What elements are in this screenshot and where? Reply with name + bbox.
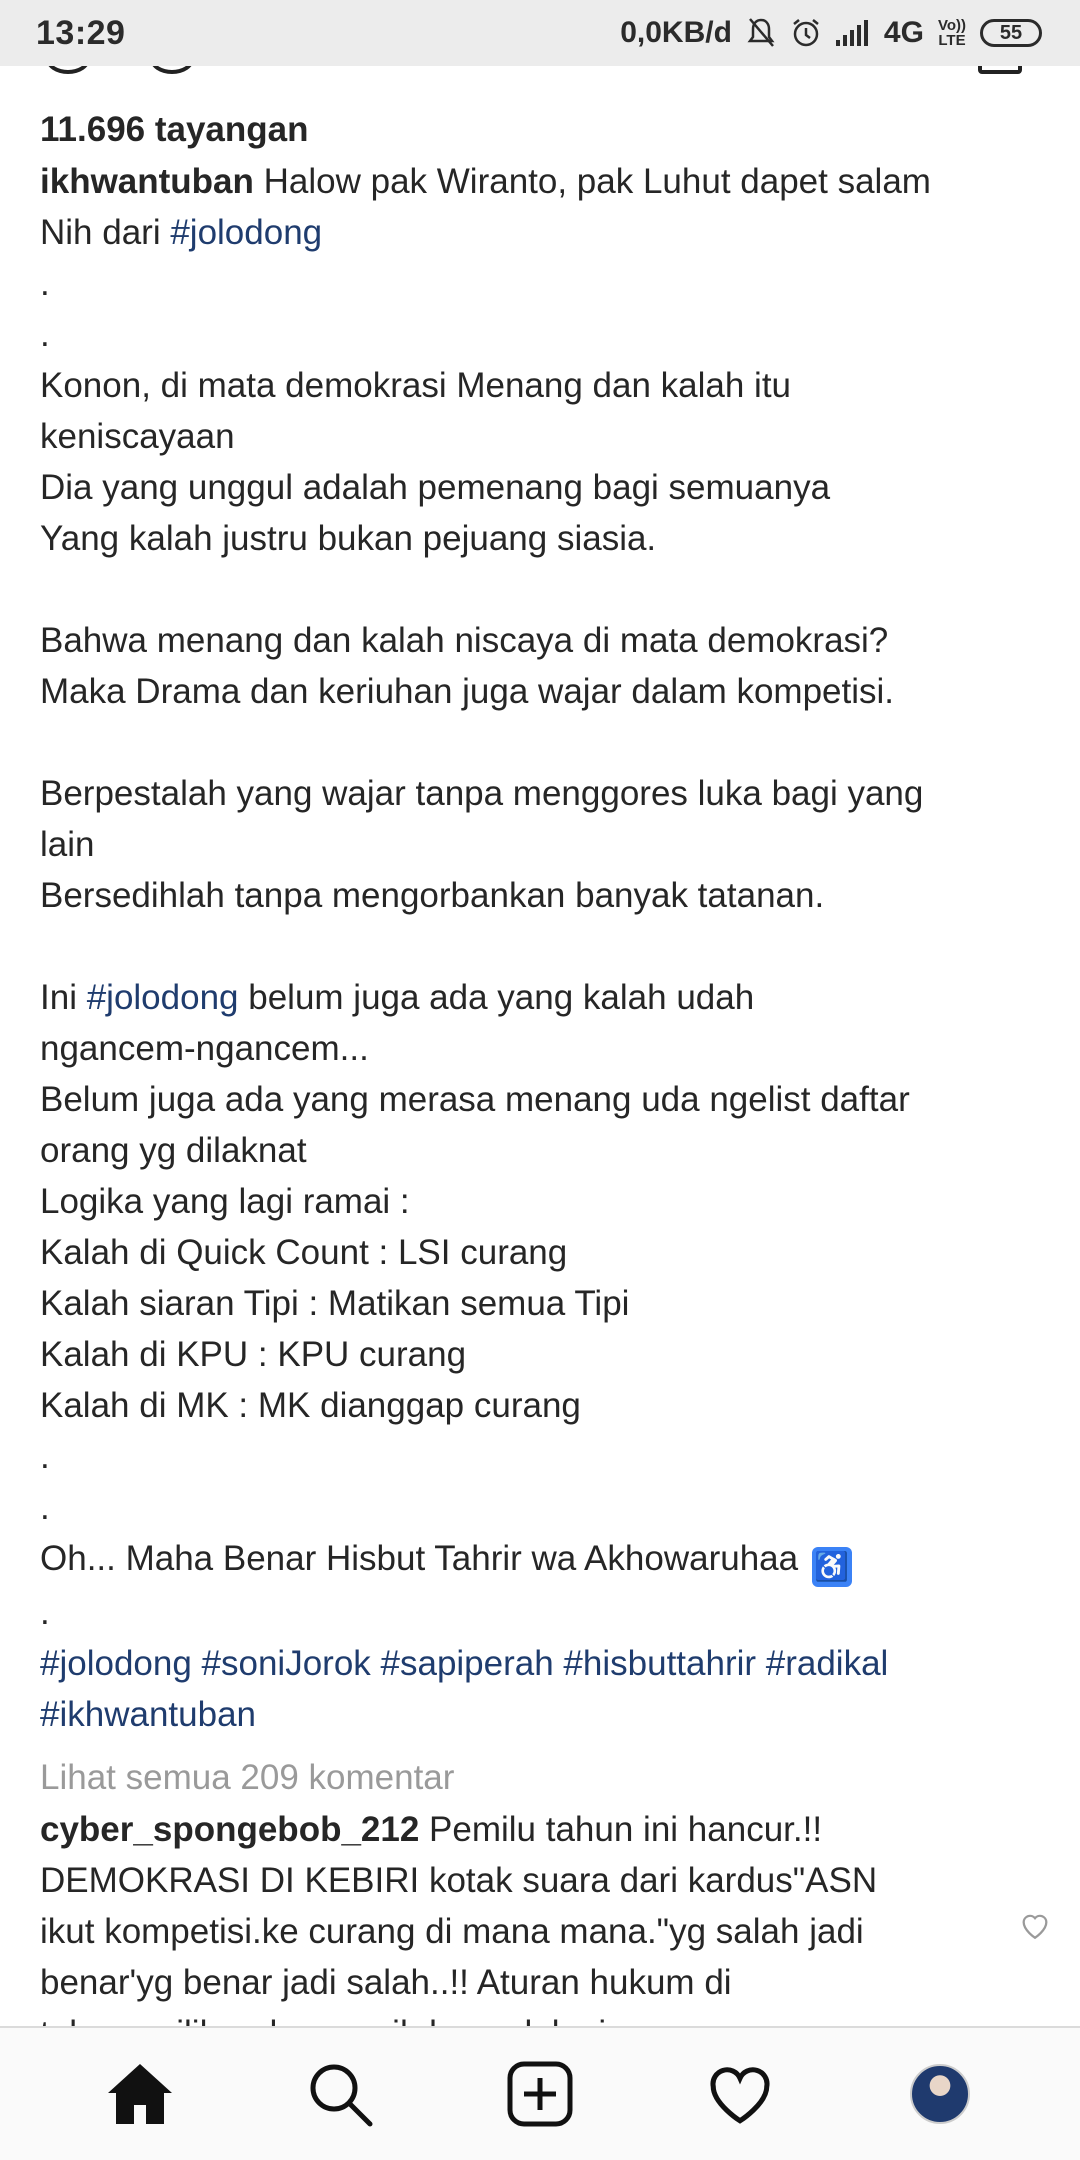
network-speed: 0,0KB/d — [620, 16, 732, 49]
profile-avatar — [910, 2064, 970, 2124]
volte-line2: LTE — [938, 32, 966, 49]
comment-username[interactable]: cyber_spongebob_212 — [40, 1810, 419, 1849]
search-icon — [310, 2064, 373, 2127]
battery-level: 55 — [999, 21, 1023, 44]
volte-line1: Vo)) — [937, 17, 966, 34]
status-time: 13:29 — [36, 13, 126, 52]
comment-item: cyber_spongebob_212 Pemilu tahun ini han… — [40, 1804, 1050, 2032]
bottom-navigation — [0, 2026, 1080, 2160]
hashtag-link[interactable]: #jolodong — [87, 978, 239, 1017]
alarm-icon — [790, 17, 822, 49]
hashtags-link[interactable]: #jolodong #soniJorok #sapiperah #hisbutt… — [40, 1644, 888, 1734]
like-action-icon[interactable] — [46, 66, 90, 74]
new-post-icon — [507, 2061, 573, 2127]
network-type: 4G — [883, 16, 924, 49]
comment-action-icon[interactable] — [150, 66, 194, 74]
nav-profile[interactable] — [900, 2054, 980, 2134]
save-action-icon[interactable] — [978, 66, 1022, 74]
activity-heart-icon — [710, 2067, 770, 2124]
nav-search[interactable] — [300, 2054, 380, 2134]
comment-body: cyber_spongebob_212 Pemilu tahun ini han… — [40, 1804, 970, 2032]
caption-text: . . Konon, di mata demokrasi Menang dan … — [40, 264, 924, 1017]
hashtag-link[interactable]: #jolodong — [170, 213, 322, 252]
status-bar: 13:29 0,0KB/d 4G Vo)) LTE 55 — [0, 0, 1080, 66]
view-count: 11.696 tayangan — [40, 110, 309, 149]
comment-like-heart-icon[interactable] — [1018, 1908, 1050, 1942]
post-details: 11.696 tayangan ikhwantuban Halow pak Wi… — [40, 104, 1050, 2032]
post-caption: ikhwantuban Halow pak Wiranto, pak Luhut… — [40, 156, 1050, 1740]
mute-icon — [746, 17, 776, 49]
nav-activity[interactable] — [700, 2054, 780, 2134]
home-icon — [108, 2064, 172, 2124]
battery-icon: 55 — [980, 19, 1042, 47]
wheelchair-emoji-icon: ♿ — [811, 1546, 852, 1587]
caption-text: . — [40, 1592, 50, 1632]
view-all-comments-link[interactable]: Lihat semua 209 komentar — [40, 1752, 1050, 1804]
nav-home[interactable] — [100, 2054, 180, 2134]
signal-icon — [835, 20, 870, 46]
post-action-bar — [0, 66, 1080, 80]
nav-new-post[interactable] — [500, 2054, 580, 2134]
volte-indicator: Vo)) LTE — [938, 18, 966, 48]
status-right-group: 0,0KB/d 4G Vo)) LTE 55 — [620, 16, 1042, 50]
caption-username[interactable]: ikhwantuban — [40, 162, 254, 201]
caption-text: belum juga ada yang kalah udah ngancem-n… — [40, 978, 910, 1578]
